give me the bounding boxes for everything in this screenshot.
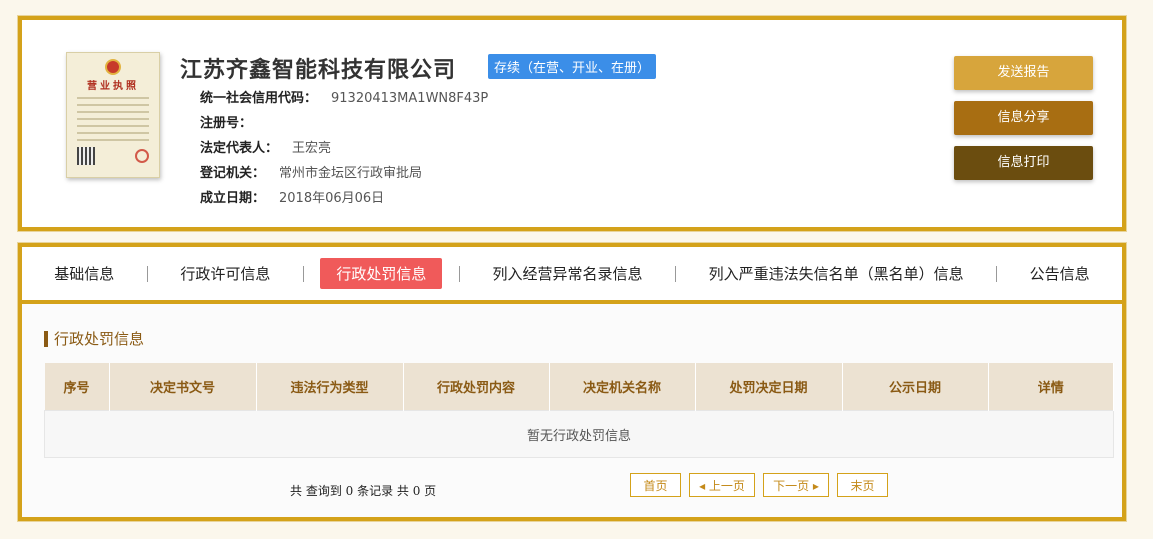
info-label: 成立日期： <box>200 191 266 206</box>
national-emblem-icon <box>105 59 121 75</box>
business-license-image[interactable]: 营业执照 <box>66 52 160 178</box>
company-info: 统一社会信用代码： 91320413MA1WN8F43P 注册号： 法定代表人： 王… <box>200 86 488 211</box>
seal-icon <box>135 149 149 163</box>
info-label: 登记机关： <box>200 166 266 181</box>
prev-page-label: 上一页 <box>708 479 745 493</box>
column-header: 处罚决定日期 <box>695 363 843 411</box>
info-label: 注册号： <box>200 116 253 131</box>
print-info-button[interactable]: 信息打印 <box>954 146 1093 180</box>
info-row-credit-code: 统一社会信用代码： 91320413MA1WN8F43P <box>200 86 488 111</box>
last-page-button[interactable]: 末页 <box>837 473 888 497</box>
empty-message: 暂无行政处罚信息 <box>44 410 1114 458</box>
send-report-button[interactable]: 发送报告 <box>954 56 1093 90</box>
info-row-reg-number: 注册号： <box>200 111 488 136</box>
info-value: 2018年06月06日 <box>279 191 385 206</box>
table-header-row: 序号 决定书文号 违法行为类型 行政处罚内容 决定机关名称 处罚决定日期 公示日… <box>44 363 1114 411</box>
first-page-button[interactable]: 首页 <box>630 473 681 497</box>
tab-separator <box>675 265 677 282</box>
column-header: 详情 <box>988 363 1114 411</box>
chevron-right-icon: ▸ <box>809 479 819 493</box>
column-header: 违法行为类型 <box>256 363 404 411</box>
info-value: 王宏亮 <box>292 141 332 156</box>
penalty-table: 序号 决定书文号 违法行为类型 行政处罚内容 决定机关名称 处罚决定日期 公示日… <box>44 363 1114 458</box>
prev-page-button[interactable]: ◂ 上一页 <box>689 473 755 497</box>
company-name: 江苏齐鑫智能科技有限公司 <box>180 57 457 83</box>
pager-summary: 共 查询到 0 条记录 共 0 页 <box>290 484 437 498</box>
info-label: 法定代表人： <box>200 141 279 156</box>
next-page-label: 下一页 <box>773 479 810 493</box>
column-header: 序号 <box>44 363 110 411</box>
table-row: 暂无行政处罚信息 <box>44 410 1114 458</box>
info-row-authority: 登记机关： 常州市金坛区行政审批局 <box>200 161 488 186</box>
tab-separator <box>458 265 460 282</box>
info-value: 常州市金坛区行政审批局 <box>279 166 423 181</box>
tab-bar: 基础信息 行政许可信息 行政处罚信息 列入经营异常名录信息 列入严重违法失信名单… <box>22 247 1122 304</box>
tab-separator <box>146 265 148 282</box>
column-header: 公示日期 <box>842 363 989 411</box>
tab-announcements[interactable]: 公告信息 <box>1014 258 1106 289</box>
share-info-button[interactable]: 信息分享 <box>954 101 1093 135</box>
next-page-button[interactable]: 下一页 ▸ <box>763 473 829 497</box>
column-header: 行政处罚内容 <box>403 363 550 411</box>
info-row-legal-rep: 法定代表人： 王宏亮 <box>200 136 488 161</box>
tab-abnormal-list[interactable]: 列入经营异常名录信息 <box>477 258 659 289</box>
details-card: 基础信息 行政许可信息 行政处罚信息 列入经营异常名录信息 列入严重违法失信名单… <box>18 243 1126 521</box>
qr-code-icon <box>77 147 95 165</box>
chevron-left-icon: ◂ <box>699 479 709 493</box>
column-header: 决定书文号 <box>109 363 257 411</box>
tab-separator <box>996 265 998 282</box>
tab-separator <box>302 265 304 282</box>
license-title: 营业执照 <box>87 81 139 92</box>
tab-admin-license[interactable]: 行政许可信息 <box>164 258 286 289</box>
company-card: 营业执照 江苏齐鑫智能科技有限公司 存续（在营、开业、在册） 统一社会信用代码：… <box>18 16 1126 231</box>
status-badge: 存续（在营、开业、在册） <box>488 54 657 79</box>
tab-admin-penalty[interactable]: 行政处罚信息 <box>320 258 443 289</box>
info-value: 91320413MA1WN8F43P <box>331 91 489 106</box>
info-label: 统一社会信用代码： <box>200 91 318 106</box>
tab-blacklist[interactable]: 列入严重违法失信名单（黑名单）信息 <box>693 258 980 289</box>
license-text-lines <box>77 97 149 146</box>
column-header: 决定机关名称 <box>549 363 696 411</box>
tab-basic-info[interactable]: 基础信息 <box>38 258 130 289</box>
info-row-founded: 成立日期： 2018年06月06日 <box>200 186 488 211</box>
section-title: 行政处罚信息 <box>44 331 144 347</box>
